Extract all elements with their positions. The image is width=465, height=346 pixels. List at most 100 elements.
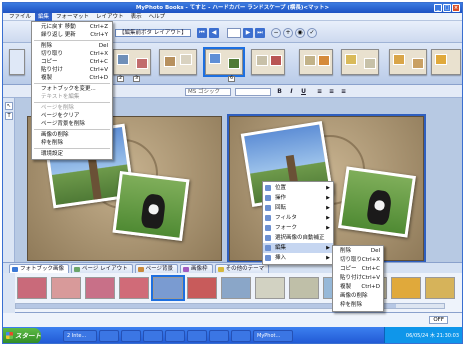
edit-submenu-item[interactable]: 枠を削除 bbox=[333, 301, 383, 310]
edit-menu-item[interactable]: 複製 Ctrl+D bbox=[32, 74, 112, 82]
select-tool-icon[interactable]: ↖ bbox=[5, 102, 13, 110]
tab-icon bbox=[217, 267, 224, 272]
last-page-button[interactable]: ⏭ bbox=[255, 28, 265, 38]
edit-submenu-item[interactable]: 貼り付け Ctrl+V bbox=[333, 274, 383, 283]
edit-menu-item[interactable]: ページ背景を削除 bbox=[32, 120, 112, 128]
photo-thumb-selected[interactable] bbox=[151, 275, 185, 301]
library-tab[interactable]: その他のテーマ bbox=[214, 264, 270, 273]
align-center-icon[interactable]: ≡ bbox=[327, 88, 336, 96]
edit-submenu-item[interactable]: 切り取り Ctrl+X bbox=[333, 256, 383, 265]
taskbar-item[interactable] bbox=[209, 330, 229, 342]
taskbar-item[interactable]: MyPhot... bbox=[253, 330, 293, 342]
align-left-icon[interactable]: ≡ bbox=[315, 88, 324, 96]
edit-submenu-item[interactable]: 複製 Ctrl+D bbox=[333, 283, 383, 292]
page-number-field[interactable] bbox=[227, 28, 241, 38]
page-spread-8-9[interactable] bbox=[251, 49, 285, 75]
context-menu-item[interactable]: 挿入 ▶ bbox=[263, 253, 333, 263]
edit-menu-item[interactable]: ページをクリア bbox=[32, 112, 112, 120]
zoom-in-icon[interactable]: + bbox=[283, 28, 293, 38]
page-spread-6-7[interactable] bbox=[203, 47, 245, 77]
photo-thumb[interactable] bbox=[119, 277, 149, 299]
edit-submenu-item[interactable]: 削除 Del bbox=[333, 247, 383, 256]
photo-thumb[interactable] bbox=[289, 277, 319, 299]
layout-button[interactable]: 【編集前ボタ レイアウト】 bbox=[115, 29, 191, 37]
edit-menu-item[interactable]: フォトブックを変更... bbox=[32, 85, 112, 93]
taskbar-item[interactable] bbox=[121, 330, 141, 342]
taskbar-item[interactable] bbox=[99, 330, 119, 342]
edit-menu-item[interactable]: 繰り返し 更新 Ctrl+Y bbox=[32, 31, 112, 39]
preview-icon[interactable]: ◉ bbox=[295, 28, 305, 38]
page-spread-14-15[interactable] bbox=[389, 49, 427, 75]
edit-submenu-item[interactable]: コピー Ctrl+C bbox=[333, 265, 383, 274]
page-spread-12-13[interactable] bbox=[341, 49, 379, 75]
context-menu-item-icon bbox=[265, 235, 271, 241]
context-menu-item[interactable]: 回転 ▶ bbox=[263, 203, 333, 213]
context-menu-item[interactable]: フィルタ ▶ bbox=[263, 213, 333, 223]
edit-menu-item[interactable]: コピー Ctrl+C bbox=[32, 58, 112, 66]
edit-menu-item[interactable]: 枠を削除 bbox=[32, 139, 112, 147]
edit-menu-item[interactable]: 元に戻す 移動 Ctrl+Z bbox=[32, 23, 112, 31]
taskbar-item[interactable] bbox=[165, 330, 185, 342]
photo-thumb[interactable] bbox=[255, 277, 285, 299]
prev-page-button[interactable]: ◀ bbox=[209, 28, 219, 38]
cart-icon[interactable]: ✓ bbox=[307, 28, 317, 38]
title-bar: MyPhoto Books - てすと - ハードカバー ランドスケープ (横長… bbox=[3, 3, 462, 13]
zoom-select[interactable]: OFF bbox=[429, 316, 448, 324]
align-right-icon[interactable]: ≡ bbox=[339, 88, 348, 96]
first-page-button[interactable]: ⏮ bbox=[197, 28, 207, 38]
bold-button[interactable]: B bbox=[275, 88, 284, 96]
minimize-button[interactable]: _ bbox=[434, 4, 442, 12]
underline-button[interactable]: U bbox=[299, 88, 308, 96]
context-menu-item[interactable]: 選択画像の自動補正 bbox=[263, 233, 333, 243]
page-spread-10-11[interactable] bbox=[299, 49, 333, 75]
taskbar-item[interactable] bbox=[143, 330, 163, 342]
photo-thumb[interactable] bbox=[391, 277, 421, 299]
menu-file[interactable]: ファイル bbox=[6, 13, 34, 21]
context-menu-item[interactable]: 編集 ▶ bbox=[263, 243, 333, 253]
menu-format[interactable]: フォーマット bbox=[53, 13, 92, 21]
library-tab[interactable]: 画像枠 bbox=[180, 264, 213, 273]
photo-thumb[interactable] bbox=[17, 277, 47, 299]
page-spread-4-5[interactable] bbox=[159, 49, 197, 75]
taskbar-item[interactable]: 2 Inte... bbox=[63, 330, 97, 342]
photo-thumb[interactable] bbox=[187, 277, 217, 299]
page-spread-16-17[interactable] bbox=[431, 49, 461, 75]
font-size-select[interactable] bbox=[235, 88, 271, 96]
text-tool-icon[interactable]: T bbox=[5, 112, 13, 120]
zoom-out-icon[interactable]: − bbox=[271, 28, 281, 38]
context-menu-item[interactable]: 位置 ▶ bbox=[263, 183, 333, 193]
font-select[interactable]: MS ゴシック bbox=[185, 88, 231, 96]
dog-photo-left[interactable] bbox=[112, 170, 190, 242]
edit-menu-item[interactable]: 削除 Del bbox=[32, 42, 112, 50]
photo-thumb[interactable] bbox=[425, 277, 455, 299]
taskbar-item[interactable] bbox=[187, 330, 207, 342]
menu-view[interactable]: 表示 bbox=[128, 13, 145, 21]
edit-menu-item[interactable]: 切り取り Ctrl+X bbox=[32, 50, 112, 58]
photo-thumb[interactable] bbox=[221, 277, 251, 299]
maximize-button[interactable]: □ bbox=[443, 4, 451, 12]
tree-trunk bbox=[87, 156, 102, 202]
next-page-button[interactable]: ▶ bbox=[243, 28, 253, 38]
library-tab[interactable]: フォトブック画像 bbox=[9, 264, 70, 273]
page-spread-2-3[interactable] bbox=[113, 49, 151, 75]
edit-menu-item[interactable]: 画像の削除 bbox=[32, 131, 112, 139]
context-menu-item[interactable]: フォーク ▶ bbox=[263, 223, 333, 233]
edit-menu-item[interactable]: 貼り付け Ctrl+V bbox=[32, 66, 112, 74]
taskbar-item[interactable] bbox=[231, 330, 251, 342]
context-menu-item[interactable]: 操作 ▶ bbox=[263, 193, 333, 203]
library-tab[interactable]: ページ レイアウト bbox=[71, 264, 133, 273]
cover-thumbnail[interactable] bbox=[9, 49, 25, 75]
close-button[interactable]: × bbox=[452, 4, 460, 12]
dog-photo-right[interactable] bbox=[338, 166, 416, 238]
italic-button[interactable]: I bbox=[287, 88, 296, 96]
edit-submenu-item-label: 枠を削除 bbox=[340, 302, 363, 308]
start-button[interactable]: スタート bbox=[3, 328, 41, 343]
edit-submenu-item[interactable]: 画像の削除 bbox=[333, 292, 383, 301]
menu-layout[interactable]: レイアウト bbox=[93, 13, 127, 21]
menu-help[interactable]: ヘルプ bbox=[146, 13, 169, 21]
edit-menu-item[interactable]: 環境設定 bbox=[32, 150, 112, 158]
photo-thumb[interactable] bbox=[51, 277, 81, 299]
photo-thumb[interactable] bbox=[85, 277, 115, 299]
library-tab[interactable]: ページ背景 bbox=[134, 264, 179, 273]
menu-edit[interactable]: 編集 bbox=[35, 12, 53, 21]
